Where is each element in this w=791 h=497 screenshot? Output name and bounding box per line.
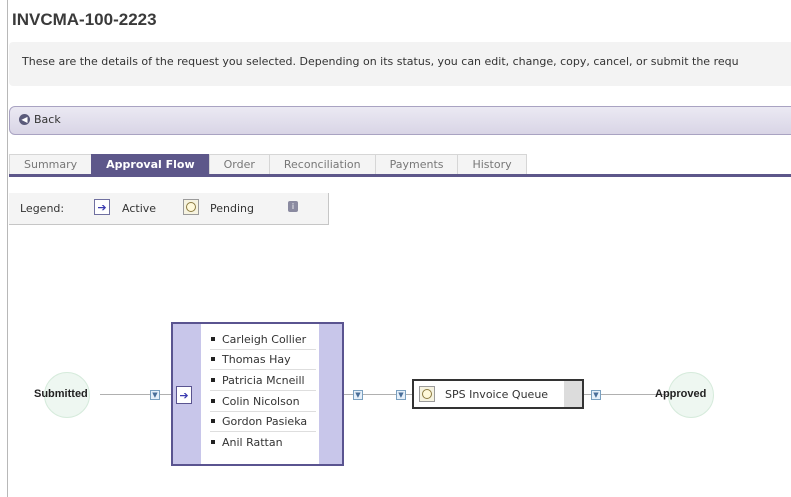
back-label: Back bbox=[34, 113, 61, 126]
approval-flow-canvas bbox=[9, 177, 791, 497]
tab-summary[interactable]: Summary bbox=[9, 154, 93, 175]
arrow-right-icon: ➔ bbox=[94, 199, 110, 215]
circle-arrow-left-icon: ◀ bbox=[19, 114, 30, 125]
list-item: Carleigh Collier bbox=[210, 330, 316, 350]
tab-bar: Summary Approval Flow Order Reconciliati… bbox=[9, 154, 527, 175]
connector-line bbox=[100, 394, 171, 395]
legend-active-label: Active bbox=[122, 202, 157, 215]
list-item: Thomas Hay bbox=[210, 350, 316, 370]
info-banner: These are the details of the request you… bbox=[9, 42, 791, 86]
queue-stage[interactable]: SPS Invoice Queue bbox=[412, 379, 584, 409]
legend: Legend: ➔ Active Pending i bbox=[9, 193, 329, 225]
queue-label: SPS Invoice Queue bbox=[445, 388, 549, 401]
legend-label: Legend: bbox=[20, 202, 65, 215]
list-item: Gordon Pasieka bbox=[210, 412, 316, 432]
approver-list: Carleigh Collier Thomas Hay Patricia Mcn… bbox=[201, 324, 319, 464]
list-item: Patricia Mcneill bbox=[210, 371, 316, 391]
approver-stage[interactable]: ➔ Carleigh Collier Thomas Hay Patricia M… bbox=[171, 322, 344, 466]
tab-order[interactable]: Order bbox=[208, 154, 270, 175]
queue-inner: SPS Invoice Queue bbox=[414, 381, 564, 407]
tab-payments[interactable]: Payments bbox=[374, 154, 459, 175]
chevron-down-icon[interactable]: ▼ bbox=[591, 390, 601, 400]
back-bar: ◀ Back bbox=[9, 106, 791, 135]
info-icon[interactable]: i bbox=[288, 201, 298, 212]
page-title: INVCMA-100-2223 bbox=[12, 10, 157, 29]
clock-icon bbox=[419, 386, 435, 402]
chevron-down-icon[interactable]: ▼ bbox=[150, 390, 160, 400]
tab-approval-flow[interactable]: Approval Flow bbox=[91, 154, 210, 175]
legend-pending-label: Pending bbox=[210, 202, 254, 215]
clock-icon bbox=[183, 199, 199, 215]
start-node-label: Submitted bbox=[34, 388, 88, 400]
tab-history[interactable]: History bbox=[457, 154, 527, 175]
chevron-down-icon[interactable]: ▼ bbox=[353, 390, 363, 400]
arrow-right-icon: ➔ bbox=[176, 386, 192, 404]
end-node-label: Approved bbox=[655, 388, 707, 400]
back-button[interactable]: ◀ Back bbox=[19, 113, 61, 126]
list-item: Anil Rattan bbox=[210, 433, 316, 452]
chevron-down-icon[interactable]: ▼ bbox=[396, 390, 406, 400]
list-item: Colin Nicolson bbox=[210, 392, 316, 412]
tab-reconciliation[interactable]: Reconciliation bbox=[268, 154, 376, 175]
info-text: These are the details of the request you… bbox=[22, 55, 739, 68]
